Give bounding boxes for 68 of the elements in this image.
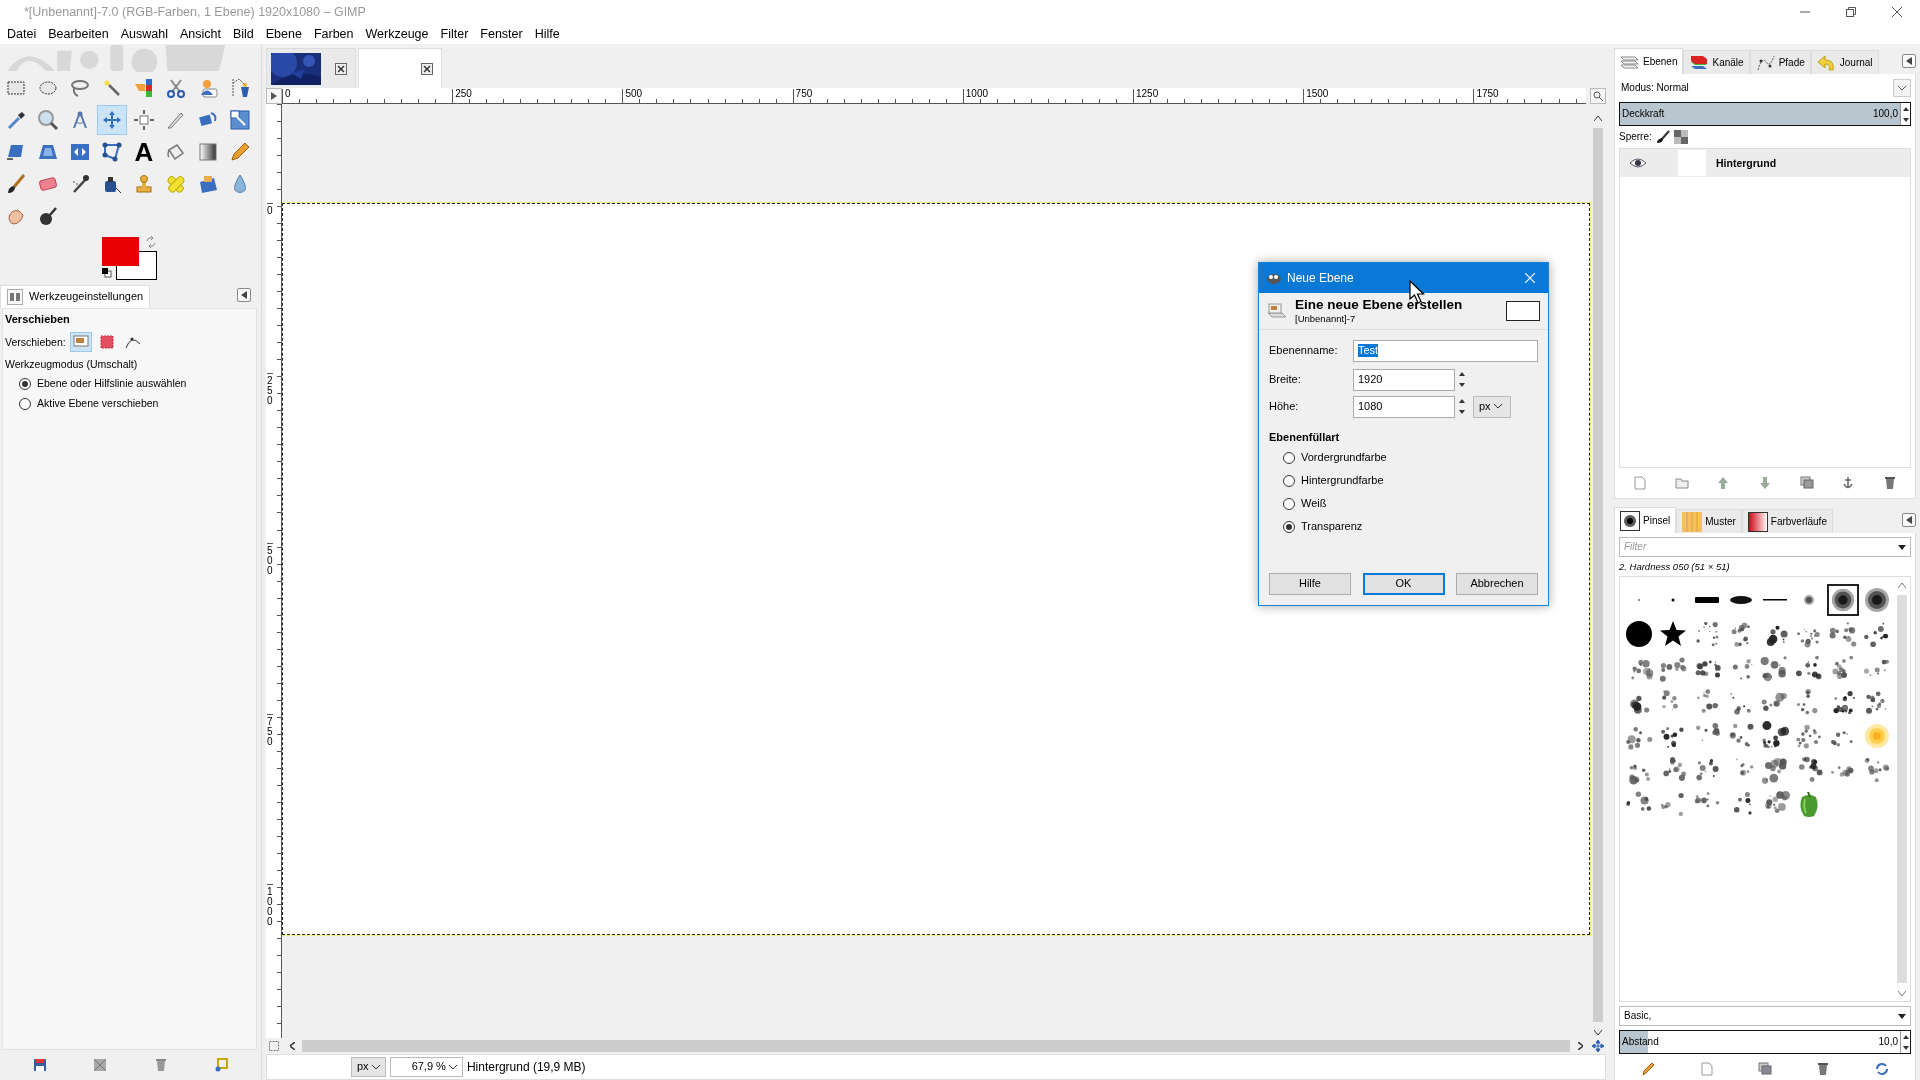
text-tool-button[interactable]: A bbox=[129, 137, 159, 167]
menu-item[interactable]: Filter bbox=[434, 26, 475, 42]
spin-scale-label: Abstand bbox=[1622, 1036, 1659, 1049]
panel-tab[interactable]: Pfade bbox=[1749, 50, 1811, 74]
panel-tab[interactable]: Journal bbox=[1810, 50, 1879, 74]
menu-item[interactable]: Bearbeiten bbox=[42, 26, 115, 42]
zoom-value: 67,9 % bbox=[410, 1060, 446, 1074]
menu-item[interactable]: Bild bbox=[226, 26, 260, 42]
radio-label: Hintergrundfarbe bbox=[1301, 474, 1384, 488]
panel-tab[interactable]: Ebenen bbox=[1614, 48, 1684, 74]
menu-item[interactable]: Fenster bbox=[474, 26, 529, 42]
spin-scale[interactable]: Abstand 10,0 bbox=[1619, 1030, 1911, 1055]
filter-placeholder: Filter bbox=[1624, 541, 1647, 553]
unit-dropdown[interactable]: px bbox=[1473, 395, 1511, 418]
mode-label: Modus: Normal bbox=[1621, 82, 1689, 94]
field-label: Ebenenname: bbox=[1269, 344, 1339, 358]
radio-label: Vordergrundfarbe bbox=[1301, 451, 1387, 465]
window-title: *[Unbenannt]-7.0 (RGB-Farben, 1 Ebene) 1920x1080 – GIMP bbox=[23, 4, 367, 20]
options-label: Werkzeugmodus (Umschalt) bbox=[5, 358, 139, 371]
zoom-dropdown[interactable]: 67,9 % bbox=[389, 1057, 463, 1077]
dialog-button[interactable]: OK bbox=[1362, 573, 1445, 595]
menu-item[interactable]: Hilfe bbox=[528, 26, 566, 42]
spin-scale-value: 10,0 bbox=[1878, 1036, 1898, 1049]
dialog-heading: Eine neue Ebene erstellen bbox=[1295, 297, 1463, 314]
panel-tab[interactable]: Pinsel bbox=[1614, 507, 1677, 533]
panel-tab[interactable]: Farbverläufe bbox=[1741, 509, 1833, 533]
radio-label: Transparenz bbox=[1301, 520, 1363, 534]
radio-label: Ebene oder Hilfslinie auswählen bbox=[37, 377, 187, 391]
layer-name-field[interactable]: Test bbox=[1353, 339, 1538, 362]
radio-label: Aktive Ebene verschieben bbox=[37, 397, 159, 411]
spin-scale-value: 100,0 bbox=[1872, 108, 1898, 120]
lock-label: Sperre: bbox=[1619, 131, 1652, 143]
preset-value: Basic, bbox=[1624, 1010, 1652, 1023]
menu-item[interactable]: Ansicht bbox=[173, 26, 227, 42]
unit-value: px bbox=[1479, 400, 1491, 414]
layer-row[interactable]: Hintergrund bbox=[1620, 149, 1910, 177]
menu-item[interactable]: Ebene bbox=[259, 26, 308, 42]
ruler-label: 750 bbox=[267, 713, 273, 747]
number-field[interactable]: 1080 bbox=[1353, 395, 1455, 418]
spin-scale-label: Deckkraft bbox=[1622, 108, 1665, 120]
preset-dropdown[interactable]: Basic, bbox=[1619, 1006, 1911, 1027]
ruler-label: 250 bbox=[267, 373, 273, 407]
number-field[interactable]: 1920 bbox=[1353, 368, 1455, 391]
menu-item[interactable]: Auswahl bbox=[114, 26, 174, 42]
ruler-label: 0 bbox=[267, 203, 273, 216]
unit-dropdown[interactable]: px bbox=[351, 1057, 386, 1077]
dialog-subtitle: [Unbenannt]-7 bbox=[1295, 313, 1357, 325]
menu-item[interactable]: Farben bbox=[307, 26, 360, 42]
menu-item[interactable]: Werkzeuge bbox=[359, 26, 435, 42]
spin-scale[interactable]: Deckkraft 100,0 bbox=[1619, 102, 1911, 126]
field-label: Breite: bbox=[1269, 373, 1302, 387]
dialog-title: Neue Ebene bbox=[1287, 270, 1354, 286]
menu-item[interactable]: Datei bbox=[1, 26, 43, 42]
section-label: Ebenenfüllart bbox=[1269, 430, 1341, 444]
options-label: Verschieben: bbox=[5, 335, 66, 349]
layer-name: Hintergrund bbox=[1716, 156, 1777, 170]
status-text: Hintergrund (19,9 MB) bbox=[466, 1059, 586, 1075]
ruler-label: 1000 bbox=[267, 883, 273, 927]
field-label: Höhe: bbox=[1269, 400, 1300, 414]
options-title: Verschieben bbox=[5, 313, 71, 327]
radio-label: Weiß bbox=[1301, 497, 1327, 511]
panel-tab[interactable]: Kanäle bbox=[1683, 50, 1750, 74]
panel-tab[interactable]: Muster bbox=[1676, 509, 1742, 533]
brush-name: 2. Hardness 050 (51 × 51) bbox=[1619, 561, 1731, 573]
ruler-label: 500 bbox=[267, 543, 273, 577]
unit-value: px bbox=[357, 1060, 369, 1074]
dialog-button[interactable]: Hilfe bbox=[1269, 573, 1351, 595]
dialog-button[interactable]: Abbrechen bbox=[1456, 573, 1538, 595]
